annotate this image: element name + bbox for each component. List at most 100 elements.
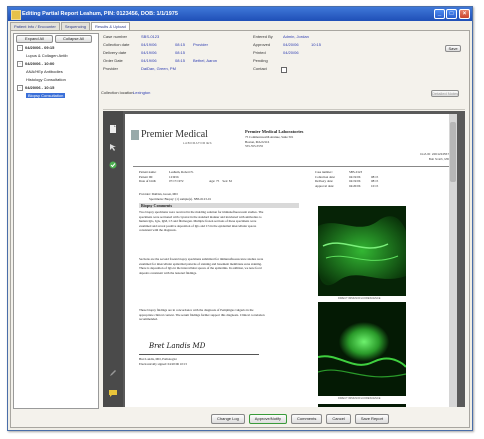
age-label: Age:: [209, 179, 216, 183]
detail-time[interactable]: 08:15: [175, 58, 185, 63]
case-field-value: 04/20/06: [349, 183, 361, 188]
detail-time[interactable]: 08:15: [175, 42, 185, 47]
patient-field-label: Date of birth:: [139, 179, 157, 183]
cancel-button[interactable]: Cancel: [326, 414, 351, 424]
detail-extra[interactable]: Bethel, Aaron: [193, 58, 217, 63]
image-2-caption: DIRECT IMMUNOFLUORESCENCE: [338, 397, 381, 400]
immunofluorescence-image-2[interactable]: [318, 302, 406, 396]
comments-button[interactable]: Comments: [291, 414, 323, 424]
title-bar[interactable]: Editing Partial Report Leahum, PIN: 0123…: [8, 7, 472, 21]
detail-value[interactable]: 04/20/06: [283, 50, 299, 55]
tab-content: Expand All Collapse All -04/20/06 - 09:1…: [10, 30, 470, 428]
patient-field-value: 123456: [169, 174, 179, 179]
tree-item[interactable]: -04/20/06 - 09:15: [14, 44, 98, 52]
lab-logo-sub: LABORATORIES: [183, 141, 213, 145]
tree-item-label: Histology Consultation: [26, 77, 66, 82]
collection-location-value[interactable]: Lexington: [133, 90, 150, 95]
detail-label: Printed: [253, 50, 266, 55]
window-title: Editing Partial Report Leahum, PIN: 0123…: [22, 11, 178, 17]
maximize-icon[interactable]: □: [446, 9, 457, 19]
tree-item-label: Lupus & Collagen Antib: [26, 53, 68, 58]
tab-patient-info[interactable]: Patient Info / Encounter: [10, 22, 60, 30]
immunofluorescence-image-3[interactable]: [318, 404, 406, 407]
detail-time[interactable]: 08:15: [175, 50, 185, 55]
signature-rule: [139, 354, 259, 355]
expand-all-button[interactable]: Expand All: [16, 35, 53, 43]
tree-item-label: 04/20/06 - 10:00: [25, 61, 55, 66]
viewer-toolbar: [103, 111, 123, 407]
pen-icon[interactable]: [109, 369, 117, 377]
comment-paragraph-1: Two biopsy specimens were received in th…: [139, 210, 264, 232]
collapse-all-button[interactable]: Collapse All: [55, 35, 92, 43]
page-icon[interactable]: [109, 125, 117, 133]
cursor-icon[interactable]: [109, 143, 117, 151]
tree-item-label: 04/20/06 - 09:15: [25, 45, 55, 50]
contact-checkbox[interactable]: [281, 67, 287, 73]
tree-item[interactable]: -04/20/06 - 10:15: [14, 84, 98, 92]
detailed-notes-button[interactable]: Detailed Notes: [431, 90, 459, 97]
detail-value[interactable]: 04/19/06: [141, 58, 157, 63]
detail-time[interactable]: 10:15: [311, 42, 321, 47]
detail-value[interactable]: 04/20/06: [283, 42, 299, 47]
detail-value[interactable]: 04/19/06: [141, 42, 157, 47]
change-log-button[interactable]: Change Log: [211, 414, 245, 424]
lab-logo-name: Premier Medical: [141, 129, 208, 140]
patient-field: Date of birth: 07/17/1972: [139, 179, 259, 184]
app-icon: [11, 10, 21, 20]
tree-toggle-icon[interactable]: -: [17, 60, 23, 67]
signer-date: Electronically signed: 04/20/06 10:15: [139, 361, 188, 366]
action-buttons: Change Log Approve/Notify Comments Cance…: [211, 414, 390, 424]
detail-label: Collection date: [103, 42, 130, 47]
detail-value[interactable]: Admin, Jordan: [283, 34, 309, 39]
tree-item[interactable]: Lupus & Collagen Antib: [14, 52, 98, 60]
tree-item[interactable]: Biopsy Consultation: [14, 92, 98, 100]
immunofluorescence-image-1[interactable]: [318, 206, 406, 296]
detail-value[interactable]: 04/19/06: [141, 50, 157, 55]
report-page: Premier Medical LABORATORIES Premier Med…: [125, 114, 457, 407]
tree-toggle-icon[interactable]: -: [17, 44, 23, 51]
detail-extra[interactable]: Provider: [193, 42, 208, 47]
sex-value: M: [228, 179, 232, 183]
comment-icon[interactable]: [109, 389, 117, 397]
collection-location-label: Collection location: [101, 90, 134, 95]
tree-toggle-icon[interactable]: -: [17, 84, 23, 91]
save-report-button[interactable]: Save Report: [354, 414, 390, 424]
divider: [103, 109, 465, 110]
report-editor-window: Editing Partial Report Leahum, PIN: 0123…: [7, 6, 473, 431]
close-icon[interactable]: ×: [459, 9, 470, 19]
tree-items: -04/20/06 - 09:15 Lupus & Collagen Antib -…: [14, 44, 98, 100]
section-title: Biopsy Comments: [139, 203, 299, 208]
detail-value[interactable]: DaiDan, Green, PM: [141, 66, 176, 71]
clia-note: CLIA ID: 22D1234567: [419, 152, 449, 156]
encounter-tree: Expand All Collapse All -04/20/06 - 09:1…: [13, 33, 99, 409]
tree-item[interactable]: ANA/HEp Antibodies: [14, 68, 98, 76]
scroll-thumb[interactable]: [450, 122, 456, 182]
approve-notify-button[interactable]: Approve/Notify: [248, 414, 288, 424]
minimize-icon[interactable]: _: [434, 9, 445, 19]
tree-item-label: ANA/HEp Antibodies: [26, 69, 63, 74]
tab-results-upload[interactable]: Results & Upload: [90, 22, 130, 30]
tab-sequencing[interactable]: Sequencing: [60, 22, 90, 30]
tree-item[interactable]: -04/20/06 - 10:00: [14, 60, 98, 68]
case-details: Case number SBS-0123 Collection date 04/19/…: [101, 33, 463, 97]
case-field-time: 08:15: [371, 174, 379, 179]
detail-value[interactable]: SBS-0123: [141, 34, 159, 39]
case-field-label: Approval date:: [315, 183, 335, 188]
detail-label: Entered By: [253, 34, 273, 39]
case-field-time: 08:15: [371, 179, 379, 183]
patient-field-value: Leahum, Robert N.: [169, 170, 194, 174]
director-note: Bob Smith, MD: [428, 156, 449, 161]
detail-label: Pending: [253, 58, 268, 63]
comment-paragraph-2: Sections are the second frozen biopsy sp…: [139, 257, 264, 275]
save-button[interactable]: Save: [445, 45, 461, 52]
status-ok-icon[interactable]: [109, 161, 117, 169]
case-field-time: 10:15: [371, 183, 379, 188]
detail-label: Provider: [103, 66, 118, 71]
comment-paragraph-3: These biopsy findings are in concordance…: [139, 308, 265, 321]
signature: Bret Landis MD: [149, 342, 206, 350]
lab-logo-icon: [131, 130, 139, 140]
tree-item[interactable]: Histology Consultation: [14, 76, 98, 84]
document-viewer: Premier Medical LABORATORIES Premier Med…: [103, 111, 465, 407]
detail-label: Approved: [253, 42, 271, 47]
vertical-scrollbar[interactable]: [449, 114, 457, 407]
